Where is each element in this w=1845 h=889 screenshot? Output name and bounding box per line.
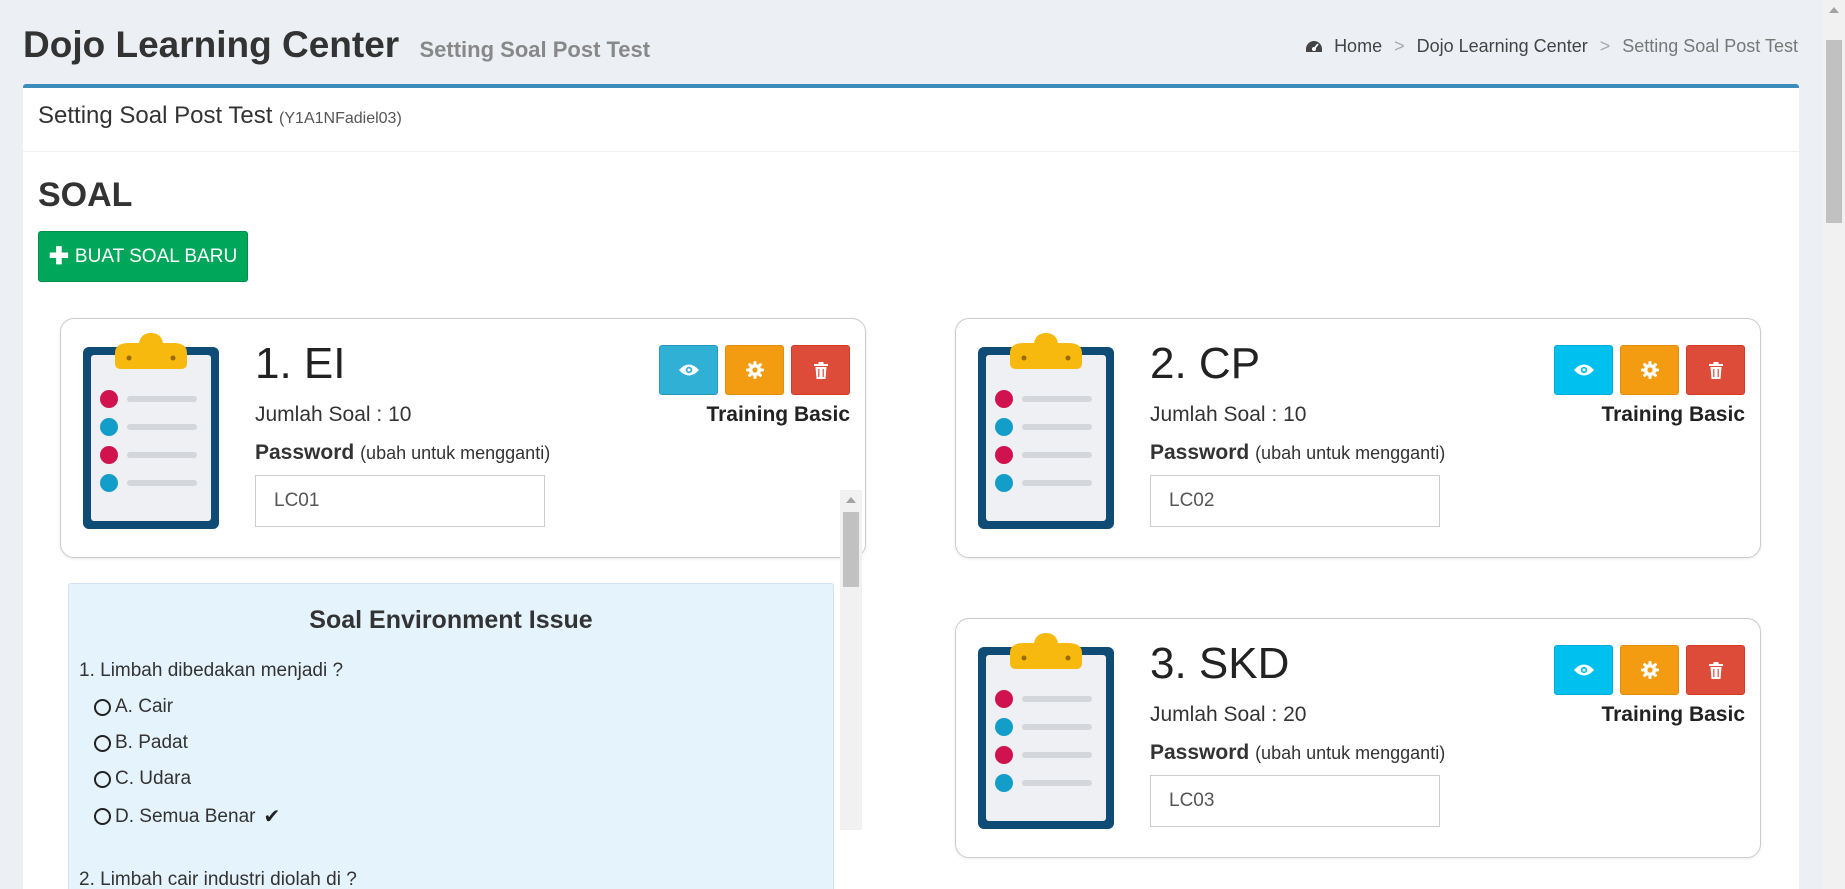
page-subtitle: Setting Soal Post Test xyxy=(419,37,651,62)
card-question-count: Jumlah Soal : 20 xyxy=(1150,703,1307,726)
content-header: Dojo Learning Center Setting Soal Post T… xyxy=(23,18,1845,68)
quiz-card: 2. CP Jumlah Soal : 10 Password (ubah un… xyxy=(955,318,1761,558)
breadcrumb-separator: > xyxy=(1599,36,1611,56)
view-button[interactable] xyxy=(659,345,718,395)
breadcrumb: Home > Dojo Learning Center > Setting So… xyxy=(1304,36,1798,57)
radio-icon xyxy=(94,698,111,716)
breadcrumb-home[interactable]: Home xyxy=(1334,36,1382,57)
view-button[interactable] xyxy=(1554,645,1613,695)
clipboard-icon xyxy=(974,633,1118,833)
card-number: 3. SKD xyxy=(1150,639,1290,688)
trash-icon xyxy=(1708,361,1723,379)
option-label: C. Udara xyxy=(115,768,192,789)
answer-option: A. Cair xyxy=(94,696,173,718)
card-actions xyxy=(1554,645,1745,695)
card-actions xyxy=(659,345,850,395)
password-label: Password xyxy=(1150,441,1250,464)
quiz-preview-panel: Soal Environment Issue 1. Limbah dibedak… xyxy=(68,583,834,889)
clipboard-icon xyxy=(974,333,1118,533)
eye-icon xyxy=(1573,664,1594,676)
breadcrumb-dojo[interactable]: Dojo Learning Center xyxy=(1417,36,1588,57)
answer-option: D. Semua Benar ✔ xyxy=(94,804,280,829)
card-question-count: Jumlah Soal : 10 xyxy=(1150,403,1307,426)
box-title: Setting Soal Post Test xyxy=(38,102,273,129)
trash-icon xyxy=(813,361,828,379)
radio-icon xyxy=(94,770,111,788)
settings-button[interactable] xyxy=(1620,645,1679,695)
gear-icon xyxy=(745,361,764,379)
question-text: 2. Limbah cair industri diolah di ? xyxy=(79,869,357,889)
gear-icon xyxy=(1640,661,1659,679)
dashboard-icon xyxy=(1304,39,1324,55)
scrollbar-thumb[interactable] xyxy=(843,512,859,587)
card-number: 2. CP xyxy=(1150,339,1261,388)
view-button[interactable] xyxy=(1554,345,1613,395)
box-code: (Y1A1NFadiel03) xyxy=(279,110,402,127)
settings-button[interactable] xyxy=(725,345,784,395)
option-label: A. Cair xyxy=(115,696,174,717)
card-question-count: Jumlah Soal : 10 xyxy=(255,403,412,426)
clipboard-icon xyxy=(79,333,223,533)
password-input[interactable] xyxy=(255,475,545,527)
page-title: Dojo Learning Center Setting Soal Post T… xyxy=(23,24,650,66)
eye-icon xyxy=(1573,364,1594,376)
quiz-title: Soal Environment Issue xyxy=(309,606,593,634)
password-label: Password xyxy=(255,441,355,464)
main-box: Setting Soal Post Test (Y1A1NFadiel03) S… xyxy=(23,84,1799,889)
quiz-card: 1. EI Jumlah Soal : 10 Password (ubah un… xyxy=(60,318,866,558)
password-input[interactable] xyxy=(1150,475,1440,527)
answer-option: B. Padat xyxy=(94,732,188,754)
card-password-label: Password (ubah untuk mengganti) xyxy=(1150,741,1445,765)
card-category: Training Basic xyxy=(1601,403,1745,426)
delete-button[interactable] xyxy=(791,345,850,395)
card-password-label: Password (ubah untuk mengganti) xyxy=(255,441,550,465)
quiz-card: 3. SKD Jumlah Soal : 20 Password (ubah u… xyxy=(955,618,1761,858)
password-label: Password xyxy=(1150,741,1250,764)
trash-icon xyxy=(1708,661,1723,679)
question-text: 1. Limbah dibedakan menjadi ? xyxy=(79,660,344,681)
password-input[interactable] xyxy=(1150,775,1440,827)
settings-button[interactable] xyxy=(1620,345,1679,395)
option-label: D. Semua Benar xyxy=(115,805,256,827)
eye-icon xyxy=(678,364,699,376)
password-hint: (ubah untuk mengganti) xyxy=(360,443,551,463)
scrollbar-thumb[interactable] xyxy=(1826,40,1842,223)
card-category: Training Basic xyxy=(706,403,850,426)
scroll-up-arrow-icon[interactable] xyxy=(1829,7,1839,13)
plus-icon: ✚ xyxy=(48,242,69,270)
new-question-label: BUAT SOAL BARU xyxy=(74,245,238,267)
gear-icon xyxy=(1640,361,1659,379)
password-hint: (ubah untuk mengganti) xyxy=(1255,743,1446,763)
breadcrumb-separator: > xyxy=(1394,36,1405,56)
radio-icon xyxy=(94,808,111,825)
box-header: Setting Soal Post Test (Y1A1NFadiel03) xyxy=(23,88,1799,152)
delete-button[interactable] xyxy=(1686,645,1745,695)
scroll-up-arrow-icon[interactable] xyxy=(846,497,856,503)
card-category: Training Basic xyxy=(1601,703,1745,726)
answer-option: C. Udara xyxy=(94,768,191,790)
delete-button[interactable] xyxy=(1686,345,1745,395)
card-number: 1. EI xyxy=(255,339,346,388)
quiz-scrollbar[interactable] xyxy=(840,490,862,830)
breadcrumb-current: Setting Soal Post Test xyxy=(1622,36,1798,56)
option-label: B. Padat xyxy=(115,732,188,753)
page-title-text: Dojo Learning Center xyxy=(23,24,400,65)
soal-heading: SOAL xyxy=(38,176,133,214)
check-icon: ✔ xyxy=(263,806,281,828)
card-actions xyxy=(1554,345,1745,395)
new-question-button[interactable]: ✚ BUAT SOAL BARU xyxy=(38,231,248,282)
password-hint: (ubah untuk mengganti) xyxy=(1255,443,1446,463)
page-scrollbar[interactable] xyxy=(1823,0,1845,889)
card-password-label: Password (ubah untuk mengganti) xyxy=(1150,441,1445,465)
radio-icon xyxy=(94,734,111,752)
